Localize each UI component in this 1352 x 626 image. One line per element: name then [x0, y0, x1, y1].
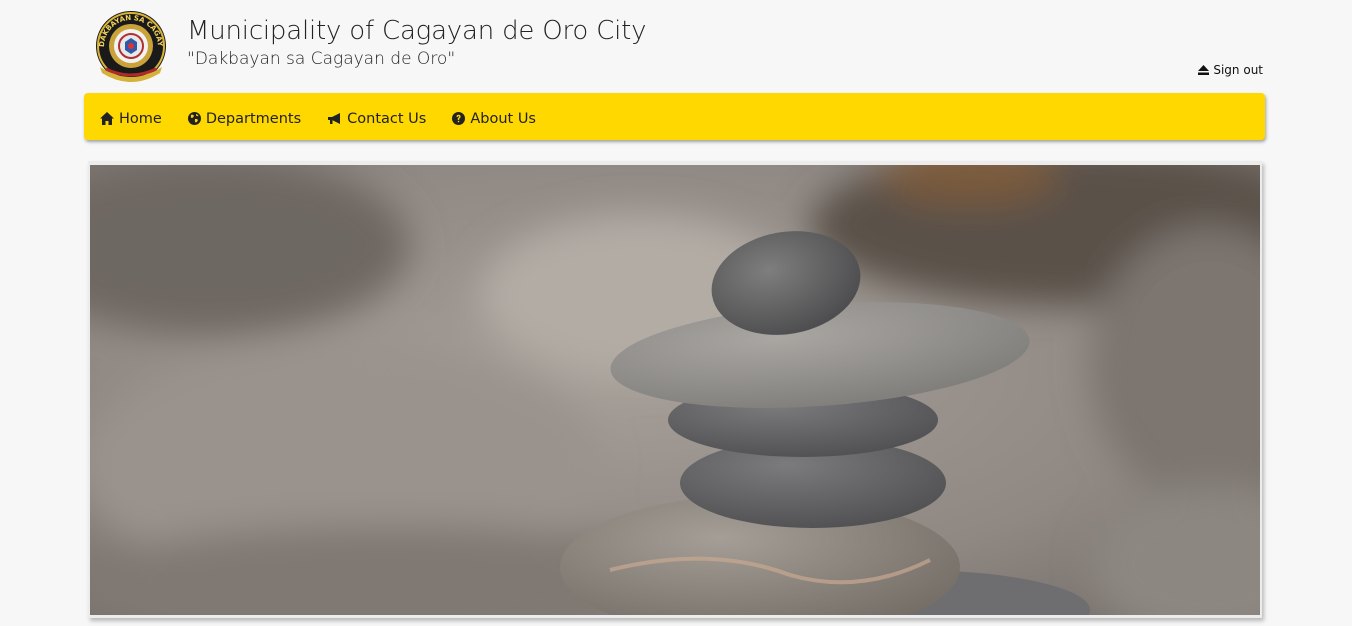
sign-out-link[interactable]: Sign out — [1198, 63, 1263, 77]
site-subtitle: "Dakbayan sa Cagayan de Oro" — [187, 49, 456, 69]
city-seal-logo: DAKBAYAN SA CAGAYAN — [94, 9, 166, 82]
nav-item-label: Contact Us — [347, 110, 427, 127]
nav-item-contact-us[interactable]: Contact Us — [327, 111, 426, 127]
globe-icon — [187, 112, 201, 125]
eject-icon — [1198, 65, 1210, 75]
home-icon — [100, 112, 114, 125]
stacked-stones-image — [90, 165, 1260, 615]
main-navbar: Home Departments Contact Us About Us — [84, 93, 1265, 140]
nav-item-label: About Us — [470, 110, 536, 127]
hero-banner — [88, 161, 1262, 618]
question-circle-icon — [452, 112, 466, 125]
nav-item-departments[interactable]: Departments — [187, 110, 302, 127]
bullhorn-icon — [328, 112, 341, 124]
site-title: Municipality of Cagayan de Oro City — [187, 16, 647, 46]
sign-out-label: Sign out — [1213, 63, 1263, 77]
nav-item-about-us[interactable]: About Us — [452, 111, 536, 127]
nav-item-home[interactable]: Home — [100, 111, 162, 127]
nav-item-label: Home — [119, 110, 162, 127]
nav-item-label: Departments — [205, 110, 302, 127]
